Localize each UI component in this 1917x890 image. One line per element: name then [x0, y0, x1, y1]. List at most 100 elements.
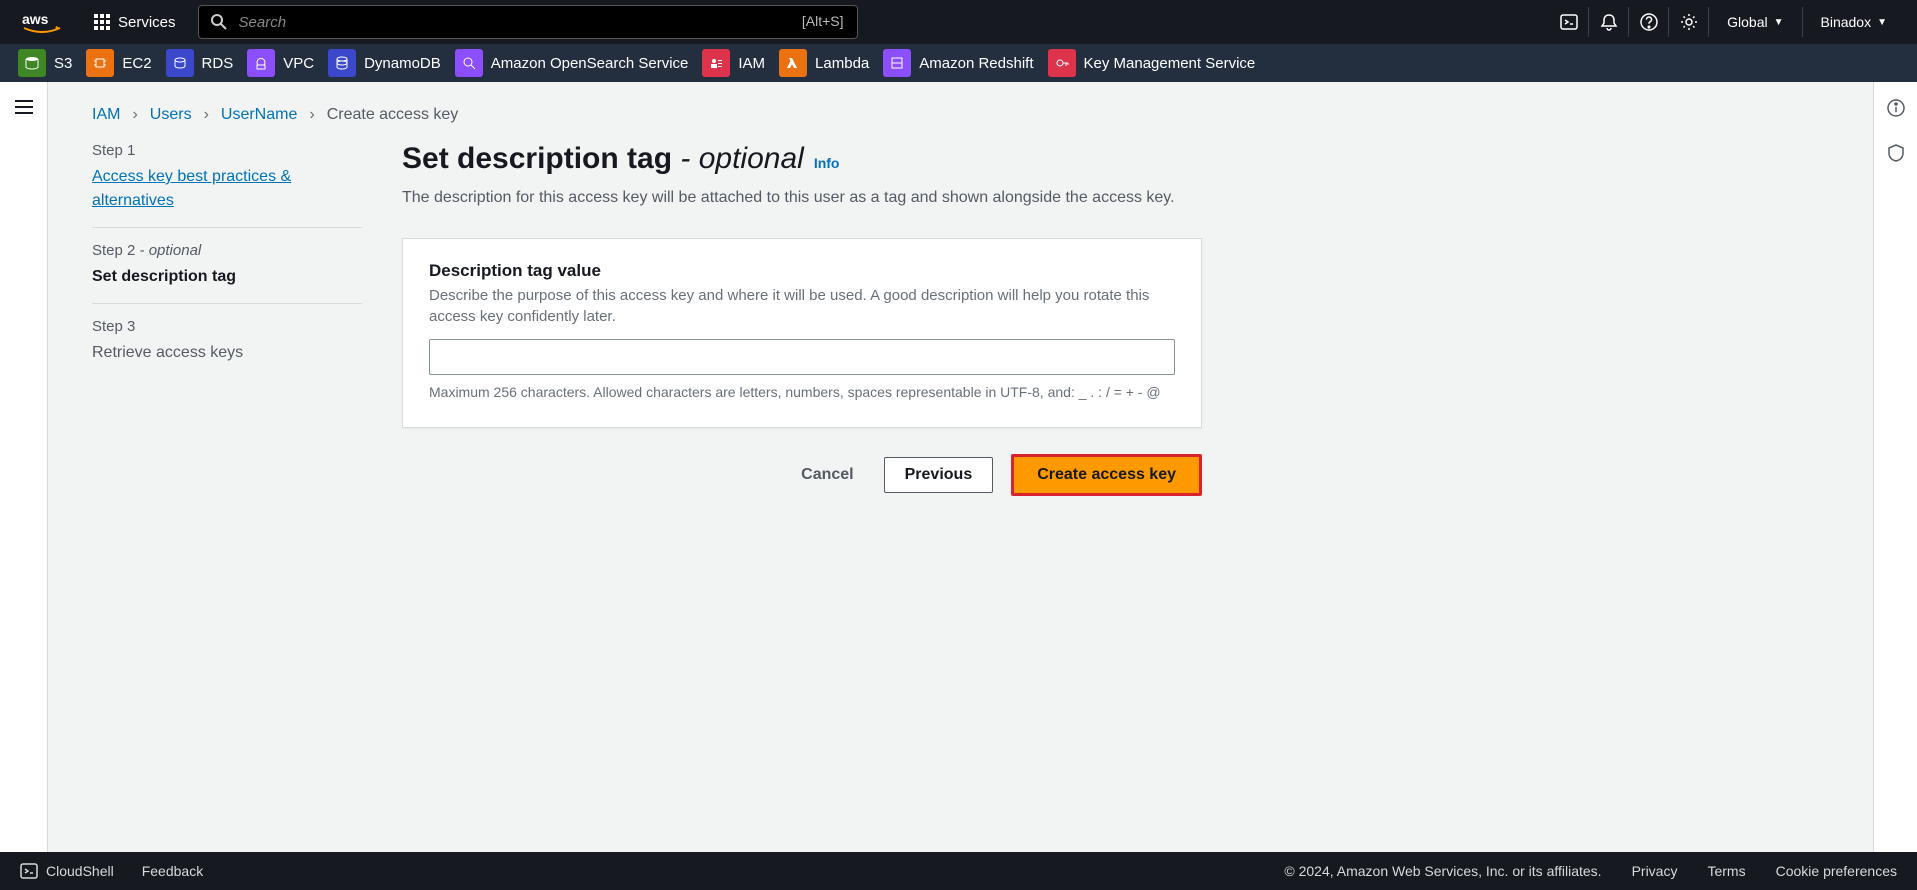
- topnav-icons-group: Global ▼ Binadox ▼: [1549, 7, 1905, 37]
- chevron-right-icon: ›: [204, 106, 209, 124]
- wizard-steps-nav: Step 1 Access key best practices & alter…: [92, 142, 402, 496]
- grid-icon: [94, 14, 110, 30]
- notifications-icon[interactable]: [1589, 7, 1629, 37]
- svc-shortcut-redshift[interactable]: Amazon Redshift: [883, 49, 1033, 77]
- rds-icon: [166, 49, 194, 77]
- search-shortcut-hint: [Alt+S]: [802, 13, 844, 29]
- description-tag-input[interactable]: [429, 339, 1175, 375]
- breadcrumb-link-username[interactable]: UserName: [221, 106, 297, 124]
- svc-label: RDS: [202, 55, 234, 72]
- s3-icon: [18, 49, 46, 77]
- svc-label: DynamoDB: [364, 55, 441, 72]
- account-label: Binadox: [1821, 14, 1872, 30]
- region-selector[interactable]: Global ▼: [1709, 7, 1802, 37]
- search-input[interactable]: [198, 5, 858, 39]
- service-shortcuts-bar: S3 EC2 RDS VPC DynamoDB Amazon OpenSearc…: [0, 44, 1917, 82]
- feedback-link[interactable]: Feedback: [142, 863, 203, 879]
- caret-down-icon: ▼: [1877, 17, 1887, 28]
- cloudshell-label: CloudShell: [46, 863, 114, 879]
- step-number: Step 1: [92, 142, 362, 159]
- field-help: Describe the purpose of this access key …: [429, 285, 1175, 327]
- svc-label: Lambda: [815, 55, 869, 72]
- terms-link[interactable]: Terms: [1707, 863, 1745, 879]
- svc-shortcut-ec2[interactable]: EC2: [86, 49, 151, 77]
- wizard-step-2: Step 2 - optional Set description tag: [92, 228, 362, 304]
- step-title-future: Retrieve access keys: [92, 341, 362, 365]
- main-layout: IAM › Users › UserName › Create access k…: [0, 82, 1917, 852]
- dynamodb-icon: [328, 49, 356, 77]
- svg-text:aws: aws: [22, 11, 49, 27]
- opensearch-icon: [455, 49, 483, 77]
- page-description: The description for this access key will…: [402, 186, 1182, 210]
- lambda-icon: [779, 49, 807, 77]
- search-container: [Alt+S]: [198, 5, 858, 39]
- cloudshell-icon: [20, 862, 38, 880]
- account-selector[interactable]: Binadox ▼: [1803, 7, 1906, 37]
- highlight-annotation: Create access key: [1011, 454, 1202, 496]
- svc-shortcut-lambda[interactable]: Lambda: [779, 49, 869, 77]
- content-area: IAM › Users › UserName › Create access k…: [48, 82, 1873, 852]
- kms-icon: [1048, 49, 1076, 77]
- svc-shortcut-kms[interactable]: Key Management Service: [1048, 49, 1256, 77]
- field-label: Description tag value: [429, 261, 1175, 281]
- cookie-prefs-link[interactable]: Cookie preferences: [1776, 863, 1897, 879]
- breadcrumb-link-iam[interactable]: IAM: [92, 106, 120, 124]
- cancel-button[interactable]: Cancel: [789, 458, 865, 492]
- previous-button[interactable]: Previous: [884, 457, 994, 493]
- wizard-body: Set description tag - optional Info The …: [402, 142, 1202, 496]
- step-title-active: Set description tag: [92, 265, 362, 289]
- vpc-icon: [247, 49, 275, 77]
- hamburger-icon: [13, 98, 35, 116]
- footer: CloudShell Feedback © 2024, Amazon Web S…: [0, 852, 1917, 890]
- caret-down-icon: ▼: [1774, 17, 1784, 28]
- top-navigation: aws Services [Alt+S]: [0, 0, 1917, 44]
- search-icon: [210, 13, 228, 36]
- page-title: Set description tag - optional: [402, 142, 804, 176]
- info-link[interactable]: Info: [814, 155, 840, 171]
- redshift-icon: [883, 49, 911, 77]
- create-access-key-button[interactable]: Create access key: [1014, 457, 1199, 493]
- svc-label: VPC: [283, 55, 314, 72]
- field-hint: Maximum 256 characters. Allowed characte…: [429, 383, 1175, 403]
- cloudshell-button[interactable]: CloudShell: [20, 862, 114, 880]
- region-label: Global: [1727, 14, 1767, 30]
- svc-label: Amazon Redshift: [919, 55, 1033, 72]
- wizard-step-3: Step 3 Retrieve access keys: [92, 304, 362, 379]
- copyright-text: © 2024, Amazon Web Services, Inc. or its…: [1284, 863, 1601, 879]
- svc-shortcut-iam[interactable]: IAM: [702, 49, 765, 77]
- cloudshell-icon[interactable]: [1549, 7, 1589, 37]
- step-title-link[interactable]: Access key best practices & alternatives: [92, 165, 362, 213]
- svc-shortcut-rds[interactable]: RDS: [166, 49, 234, 77]
- breadcrumb-current: Create access key: [327, 106, 459, 124]
- form-card: Description tag value Describe the purpo…: [402, 238, 1202, 428]
- step-number: Step 3: [92, 318, 362, 335]
- services-label: Services: [118, 14, 176, 31]
- privacy-link[interactable]: Privacy: [1632, 863, 1678, 879]
- services-menu-button[interactable]: Services: [82, 14, 188, 31]
- svc-shortcut-vpc[interactable]: VPC: [247, 49, 314, 77]
- ec2-icon: [86, 49, 114, 77]
- settings-icon[interactable]: [1669, 7, 1709, 37]
- step-number: Step 2 - optional: [92, 242, 362, 259]
- svc-label: Amazon OpenSearch Service: [491, 55, 689, 72]
- right-panel-toggle: [1873, 82, 1917, 852]
- info-panel-icon[interactable]: [1886, 98, 1906, 123]
- breadcrumb-link-users[interactable]: Users: [150, 106, 192, 124]
- svc-label: EC2: [122, 55, 151, 72]
- svc-label: IAM: [738, 55, 765, 72]
- svc-shortcut-s3[interactable]: S3: [18, 49, 72, 77]
- security-panel-icon[interactable]: [1886, 143, 1906, 168]
- svc-shortcut-dynamodb[interactable]: DynamoDB: [328, 49, 441, 77]
- chevron-right-icon: ›: [309, 106, 314, 124]
- iam-icon: [702, 49, 730, 77]
- breadcrumb: IAM › Users › UserName › Create access k…: [48, 82, 1873, 142]
- svc-label: S3: [54, 55, 72, 72]
- aws-logo[interactable]: aws: [22, 10, 62, 34]
- left-panel-toggle[interactable]: [0, 82, 48, 852]
- wizard-actions: Cancel Previous Create access key: [402, 454, 1202, 496]
- wizard-step-1[interactable]: Step 1 Access key best practices & alter…: [92, 142, 362, 228]
- svc-shortcut-opensearch[interactable]: Amazon OpenSearch Service: [455, 49, 689, 77]
- svc-label: Key Management Service: [1084, 55, 1256, 72]
- help-icon[interactable]: [1629, 7, 1669, 37]
- chevron-right-icon: ›: [132, 106, 137, 124]
